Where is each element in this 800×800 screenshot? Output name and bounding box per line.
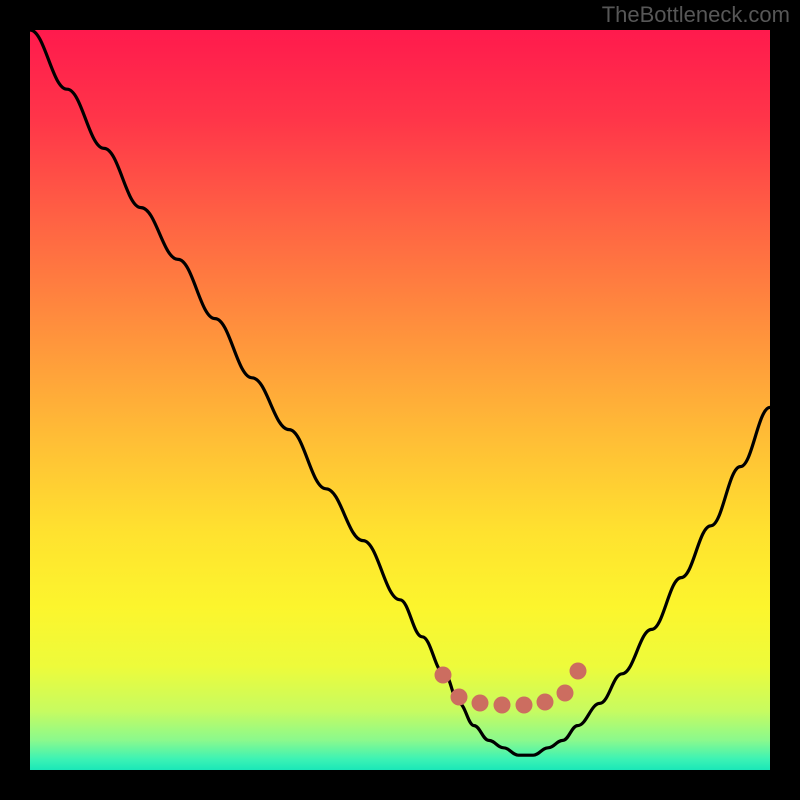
attribution-label: TheBottleneck.com: [602, 2, 790, 28]
highlight-dot: [557, 685, 574, 702]
highlight-dot: [516, 697, 533, 714]
bottleneck-chart: [0, 0, 800, 800]
plot-background: [30, 30, 770, 770]
highlight-dot: [451, 689, 468, 706]
highlight-dot: [570, 663, 587, 680]
highlight-dot: [494, 697, 511, 714]
highlight-dot: [435, 667, 452, 684]
highlight-dot: [472, 695, 489, 712]
chart-container: TheBottleneck.com: [0, 0, 800, 800]
highlight-dot: [537, 694, 554, 711]
